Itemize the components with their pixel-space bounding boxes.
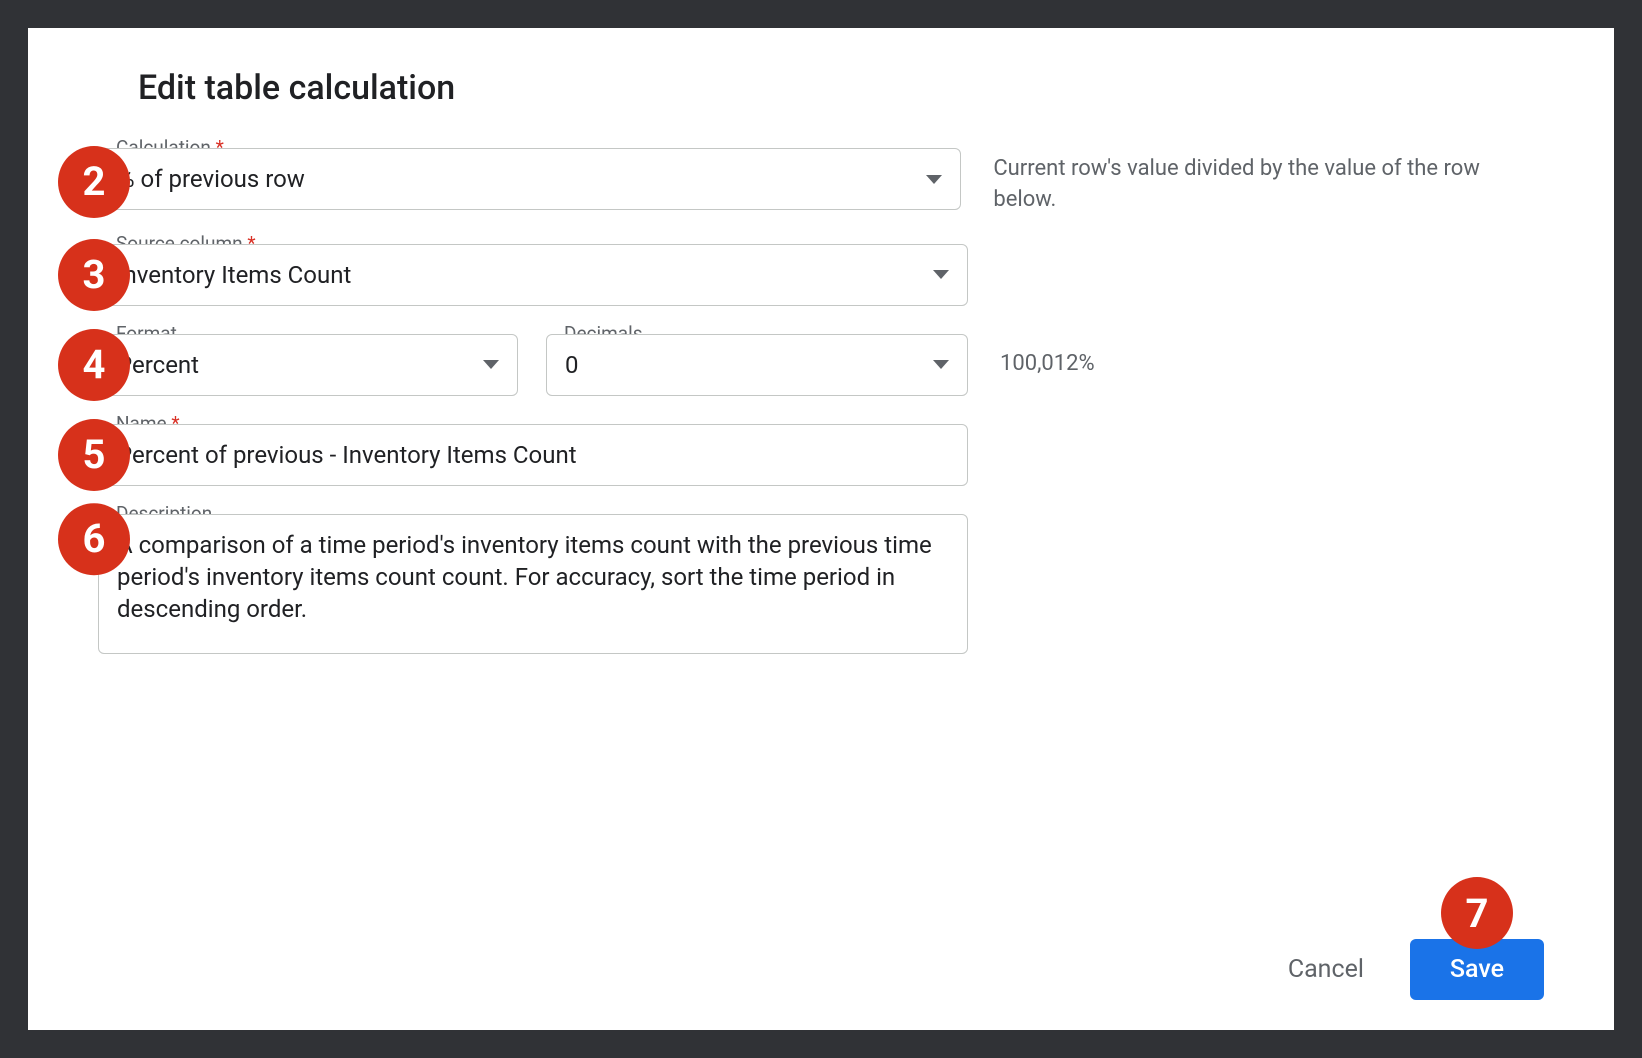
format-row: 4 Format Percent Decimals 0 100,012% <box>98 334 1544 396</box>
format-value: Percent <box>117 351 473 379</box>
chevron-down-icon <box>483 360 499 369</box>
decimals-field: Decimals 0 <box>546 334 968 396</box>
description-textarea[interactable]: A comparison of a time period's inventor… <box>98 514 968 654</box>
annotation-marker-7: 7 <box>1441 877 1513 949</box>
name-value: Percent of previous - Inventory Items Co… <box>117 441 949 469</box>
source-column-row: 3 Source column Inventory Items Count <box>98 244 1544 306</box>
source-column-value: Inventory Items Count <box>117 261 923 289</box>
calculation-field: Calculation % of previous row <box>98 148 961 210</box>
annotation-marker-4: 4 <box>58 329 130 401</box>
dialog-actions: Cancel 7 Save <box>1282 939 1544 1000</box>
calculation-help-text: Current row's value divided by the value… <box>993 148 1544 216</box>
name-input[interactable]: Percent of previous - Inventory Items Co… <box>98 424 968 486</box>
annotation-marker-6: 6 <box>58 503 130 575</box>
decimals-value: 0 <box>565 351 923 379</box>
source-column-select[interactable]: Inventory Items Count <box>98 244 968 306</box>
chevron-down-icon <box>933 270 949 279</box>
format-preview: 100,012% <box>1000 349 1095 380</box>
name-field: Name Percent of previous - Inventory Ite… <box>98 424 968 486</box>
chevron-down-icon <box>933 360 949 369</box>
dialog-title: Edit table calculation <box>138 68 1544 108</box>
format-field: Format Percent <box>98 334 518 396</box>
calculation-row: 2 Calculation % of previous row Current … <box>98 148 1544 216</box>
name-row: 5 Name Percent of previous - Inventory I… <box>98 424 1544 486</box>
format-select[interactable]: Percent <box>98 334 518 396</box>
cancel-button[interactable]: Cancel <box>1282 954 1370 985</box>
save-button-wrap: 7 Save <box>1410 939 1544 1000</box>
source-column-field: Source column Inventory Items Count <box>98 244 968 306</box>
description-field: Description A comparison of a time perio… <box>98 514 968 654</box>
edit-table-calculation-dialog: Edit table calculation 2 Calculation % o… <box>28 28 1614 1030</box>
description-row: 6 Description A comparison of a time per… <box>98 514 1544 654</box>
description-value: A comparison of a time period's inventor… <box>117 529 949 626</box>
calculation-value: % of previous row <box>117 165 916 193</box>
annotation-marker-3: 3 <box>58 239 130 311</box>
annotation-marker-5: 5 <box>58 419 130 491</box>
annotation-marker-2: 2 <box>58 146 130 218</box>
decimals-select[interactable]: 0 <box>546 334 968 396</box>
calculation-select[interactable]: % of previous row <box>98 148 961 210</box>
chevron-down-icon <box>926 175 942 184</box>
